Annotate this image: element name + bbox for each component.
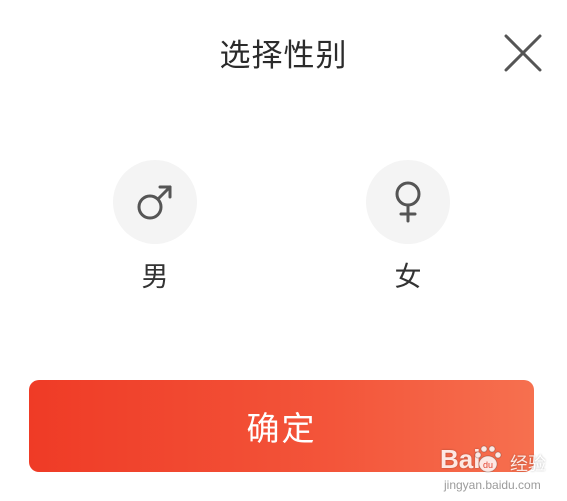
- gender-option-male[interactable]: 男: [113, 160, 197, 296]
- male-icon-circle[interactable]: [113, 160, 197, 244]
- female-icon-circle[interactable]: [366, 160, 450, 244]
- watermark-url: jingyan.baidu.com: [444, 478, 541, 492]
- paw-logo-icon: du: [474, 445, 502, 473]
- watermark-cn: 经验: [510, 454, 546, 475]
- close-button[interactable]: [500, 30, 546, 76]
- confirm-button-label: 确定: [246, 409, 317, 448]
- dialog-title: 选择性别: [219, 38, 348, 74]
- gender-label-female: 女: [394, 262, 422, 293]
- male-symbol-icon: [137, 185, 172, 220]
- baidu-jingyan-watermark: Bai du 经验 jingyan.baidu.com: [440, 440, 562, 496]
- gender-picker-dialog: 选择性别 男 女 确定 Bai du 经验 jingyan.baidu.com: [0, 0, 567, 501]
- gender-label-male: 男: [141, 262, 169, 293]
- female-symbol-icon: [395, 181, 421, 223]
- close-icon: [504, 34, 542, 72]
- gender-option-female[interactable]: 女: [366, 160, 450, 296]
- watermark-brand-right: du: [483, 460, 493, 470]
